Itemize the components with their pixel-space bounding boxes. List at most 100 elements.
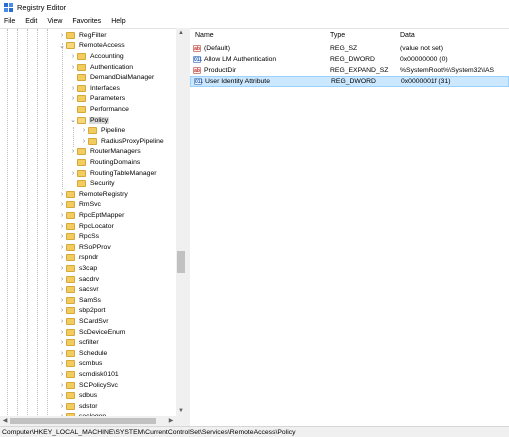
expand-chevron-icon[interactable]: ›: [58, 254, 66, 261]
tree-item-rpclocator[interactable]: › RpcLocator: [58, 221, 115, 232]
tree-item-sdbus[interactable]: › sdbus: [58, 390, 98, 401]
tree-item-label: Parameters: [90, 95, 126, 103]
expand-chevron-icon[interactable]: ›: [58, 360, 66, 367]
expand-chevron-icon[interactable]: ›: [58, 382, 66, 389]
expand-chevron-icon[interactable]: ›: [58, 329, 66, 336]
tree-item-regfilter[interactable]: › RegFilter: [58, 30, 108, 41]
expand-chevron-icon[interactable]: ›: [69, 64, 77, 71]
folder-icon: [66, 349, 75, 357]
tree-item-rpceptmapper[interactable]: › RpcEptMapper: [58, 210, 125, 221]
tree-item-sbp2port[interactable]: › sbp2port: [58, 306, 106, 317]
menu-view[interactable]: View: [46, 18, 63, 25]
expand-chevron-icon[interactable]: ›: [69, 148, 77, 155]
tree-item-parameters[interactable]: › Parameters: [69, 94, 126, 105]
collapse-chevron-icon[interactable]: ⌄: [69, 116, 77, 124]
column-header-type[interactable]: Type: [330, 32, 345, 39]
expand-chevron-icon[interactable]: ›: [58, 286, 66, 293]
value-row[interactable]: ab (Default) REG_SZ (value not set): [190, 43, 509, 54]
expand-chevron-icon[interactable]: ›: [58, 297, 66, 304]
tree-item-routingdomains[interactable]: RoutingDomains: [69, 157, 141, 168]
expand-chevron-icon[interactable]: ›: [58, 307, 66, 314]
column-header-name[interactable]: Name: [195, 32, 214, 39]
expand-chevron-icon[interactable]: ›: [58, 201, 66, 208]
folder-icon: [77, 158, 86, 166]
menu-file[interactable]: File: [3, 18, 16, 25]
expand-chevron-icon[interactable]: ›: [58, 223, 66, 230]
value-row[interactable]: 011 User Identity Attribute REG_DWORD 0x000…: [190, 76, 509, 87]
tree-guide-line: [27, 29, 28, 419]
tree-item-performance[interactable]: Performance: [69, 104, 130, 115]
menu-help[interactable]: Help: [110, 18, 126, 25]
tree-horizontal-scrollbar[interactable]: ◀ ▶: [0, 416, 186, 426]
tree-item-scmbus[interactable]: › scmbus: [58, 359, 103, 370]
value-row[interactable]: 011 Allow LM Authentication REG_DWORD 0x000…: [190, 54, 509, 65]
tree-horizontal-scroll-thumb[interactable]: [10, 418, 156, 424]
tree-vertical-scrollbar[interactable]: ▲ ▼: [176, 28, 186, 416]
expand-chevron-icon[interactable]: ›: [80, 138, 88, 145]
tree-item-sacdrv[interactable]: › sacdrv: [58, 274, 100, 285]
expand-chevron-icon[interactable]: ›: [58, 339, 66, 346]
tree-item-scdeviceenum[interactable]: › ScDeviceEnum: [58, 327, 126, 338]
column-header-data[interactable]: Data: [400, 32, 415, 39]
collapse-chevron-icon[interactable]: ⌄: [58, 42, 66, 50]
scroll-down-arrow-icon[interactable]: ▼: [176, 406, 186, 416]
tree-item-radiusproxypipeline[interactable]: › RadiusProxyPipeline: [80, 136, 165, 147]
tree-item-sacsvr[interactable]: › sacsvr: [58, 284, 100, 295]
expand-chevron-icon[interactable]: ›: [58, 350, 66, 357]
tree-item-rpcss[interactable]: › RpcSs: [58, 231, 100, 242]
value-row[interactable]: ab ProductDir REG_EXPAND_SZ %SystemRoot%\Sy…: [190, 65, 509, 76]
expand-chevron-icon[interactable]: ›: [69, 95, 77, 102]
tree-item-rspndr[interactable]: › rspndr: [58, 253, 99, 264]
expand-chevron-icon[interactable]: ›: [58, 392, 66, 399]
expand-chevron-icon[interactable]: ›: [69, 85, 77, 92]
tree-item-interfaces[interactable]: › Interfaces: [69, 83, 121, 94]
expand-chevron-icon[interactable]: ›: [80, 127, 88, 134]
tree-item-routermanagers[interactable]: › RouterManagers: [69, 147, 142, 158]
tree-item-scmdisk0101[interactable]: › scmdisk0101: [58, 369, 120, 380]
tree-item-routingtablemanager[interactable]: › RoutingTableManager: [69, 168, 158, 179]
expand-chevron-icon[interactable]: ›: [69, 170, 77, 177]
expand-chevron-icon[interactable]: ›: [58, 244, 66, 251]
tree-item-sdstor[interactable]: › sdstor: [58, 401, 99, 412]
tree-item-samss[interactable]: › SamSs: [58, 295, 102, 306]
tree-item-label: RSoPProv: [79, 243, 111, 251]
tree-item-rsopprov[interactable]: › RSoPProv: [58, 242, 112, 253]
tree-item-remoteregistry[interactable]: › RemoteRegistry: [58, 189, 129, 200]
registry-key-tree[interactable]: › RegFilter ⌄ RemoteAccess › Accounting › Authe…: [0, 28, 186, 426]
scroll-left-arrow-icon[interactable]: ◀: [0, 416, 10, 426]
tree-item-label: sdstor: [79, 402, 98, 410]
tree-item-rmsvc[interactable]: › RmSvc: [58, 200, 102, 211]
tree-item-scpolicysvc[interactable]: › SCPolicySvc: [58, 380, 119, 391]
status-bar: Computer\HKEY_LOCAL_MACHINE\SYSTEM\Curre…: [0, 426, 509, 437]
tree-item-pipeline[interactable]: › Pipeline: [80, 125, 126, 136]
tree-item-scardsvr[interactable]: › SCardSvr: [58, 316, 109, 327]
tree-item-s3cap[interactable]: › s3cap: [58, 263, 98, 274]
expand-chevron-icon[interactable]: ›: [58, 212, 66, 219]
expand-chevron-icon[interactable]: ›: [58, 233, 66, 240]
scroll-up-arrow-icon[interactable]: ▲: [176, 28, 186, 38]
folder-icon: [66, 264, 75, 272]
expand-chevron-icon[interactable]: ›: [58, 32, 66, 39]
tree-item-policy[interactable]: ⌄ Policy: [69, 115, 110, 126]
value-data: 0x0000001f (31): [401, 77, 451, 85]
menu-edit[interactable]: Edit: [24, 18, 38, 25]
tree-item-remoteaccess[interactable]: ⌄ RemoteAccess: [58, 41, 126, 52]
tree-item-authentication[interactable]: › Authentication: [69, 62, 134, 73]
expand-chevron-icon[interactable]: ›: [58, 191, 66, 198]
expand-chevron-icon[interactable]: ›: [58, 318, 66, 325]
tree-item-label: Pipeline: [101, 127, 126, 135]
menu-favorites[interactable]: Favorites: [71, 18, 102, 25]
expand-chevron-icon[interactable]: ›: [58, 403, 66, 410]
expand-chevron-icon[interactable]: ›: [58, 276, 66, 283]
expand-chevron-icon[interactable]: ›: [69, 53, 77, 60]
tree-item-scfilter[interactable]: › scfilter: [58, 337, 100, 348]
tree-item-schedule[interactable]: › Schedule: [58, 348, 108, 359]
tree-vertical-scroll-thumb[interactable]: [177, 251, 185, 273]
tree-item-accounting[interactable]: › Accounting: [69, 51, 125, 62]
folder-icon: [77, 105, 86, 113]
tree-item-security[interactable]: Security: [69, 178, 116, 189]
scroll-right-arrow-icon[interactable]: ▶: [166, 416, 176, 426]
expand-chevron-icon[interactable]: ›: [58, 265, 66, 272]
expand-chevron-icon[interactable]: ›: [58, 371, 66, 378]
tree-item-demanddialmanager[interactable]: DemandDialManager: [69, 72, 155, 83]
